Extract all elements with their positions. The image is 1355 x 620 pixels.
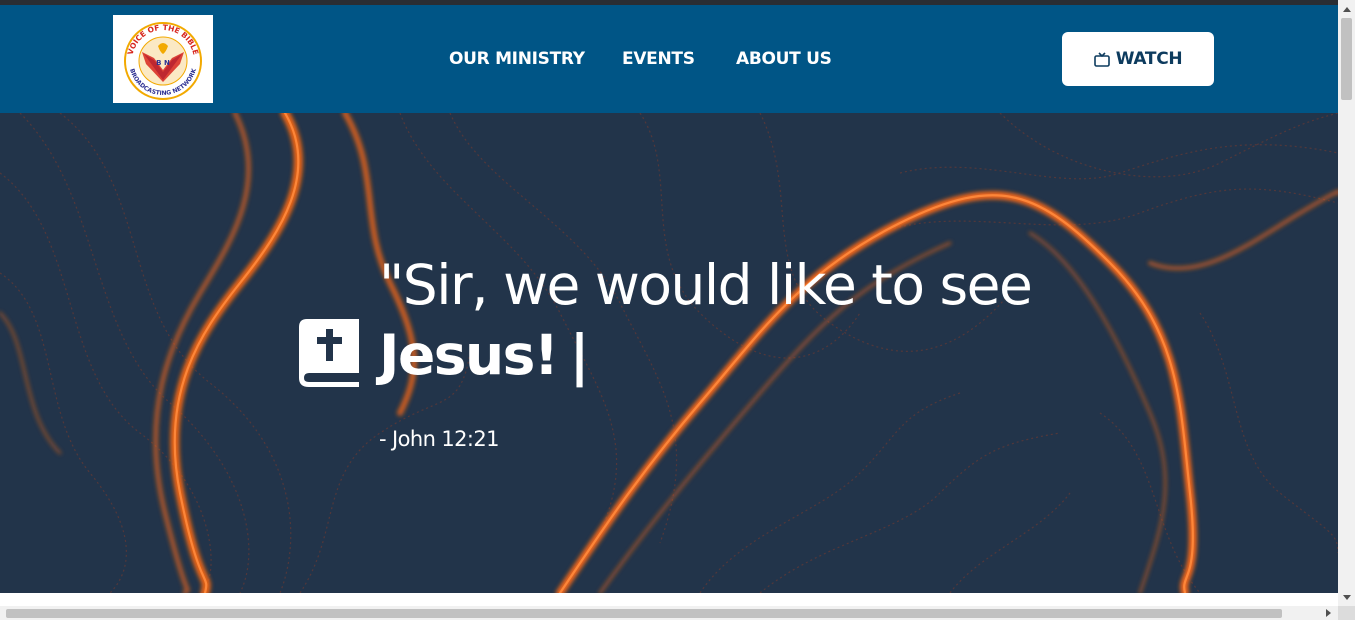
scrollbar-corner — [1338, 606, 1355, 620]
nav-events[interactable]: EVENTS — [622, 49, 695, 69]
nav-about-us[interactable]: ABOUT US — [736, 49, 832, 69]
voice-of-the-bible-logo-icon: VOICE OF THE BIBLE BROADCASTING NETWORK … — [124, 22, 202, 100]
horizontal-scroll-thumb[interactable] — [6, 609, 1282, 618]
vertical-scroll-thumb[interactable] — [1341, 18, 1352, 100]
scroll-right-arrow-icon[interactable] — [1324, 608, 1334, 618]
site-header: VOICE OF THE BIBLE BROADCASTING NETWORK … — [0, 5, 1338, 113]
quote-line-2: Jesus! | — [379, 323, 590, 387]
scroll-down-arrow-icon[interactable] — [1338, 589, 1355, 606]
tv-icon — [1093, 51, 1110, 67]
watch-button[interactable]: WATCH — [1062, 32, 1214, 86]
browser-viewport: VOICE OF THE BIBLE BROADCASTING NETWORK … — [0, 0, 1338, 606]
scroll-up-arrow-icon[interactable] — [1338, 0, 1355, 17]
bible-icon — [299, 319, 359, 387]
nav-our-ministry[interactable]: OUR MINISTRY — [449, 49, 585, 69]
site-logo[interactable]: VOICE OF THE BIBLE BROADCASTING NETWORK … — [113, 15, 213, 103]
logo-initials: B N — [156, 59, 170, 67]
horizontal-scrollbar[interactable] — [0, 606, 1338, 620]
quote-reference: - John 12:21 — [379, 427, 500, 451]
hero-section: "Sir, we would like to see Jesus! | - Joh… — [0, 113, 1338, 593]
hero-background-waves — [0, 113, 1338, 593]
quote-line-2-text: Jesus! — [379, 323, 559, 387]
typing-cursor: | — [569, 323, 589, 387]
quote-line-1: "Sir, we would like to see — [379, 253, 1033, 317]
watch-button-label: WATCH — [1115, 49, 1183, 69]
vertical-scrollbar[interactable] — [1338, 0, 1355, 606]
